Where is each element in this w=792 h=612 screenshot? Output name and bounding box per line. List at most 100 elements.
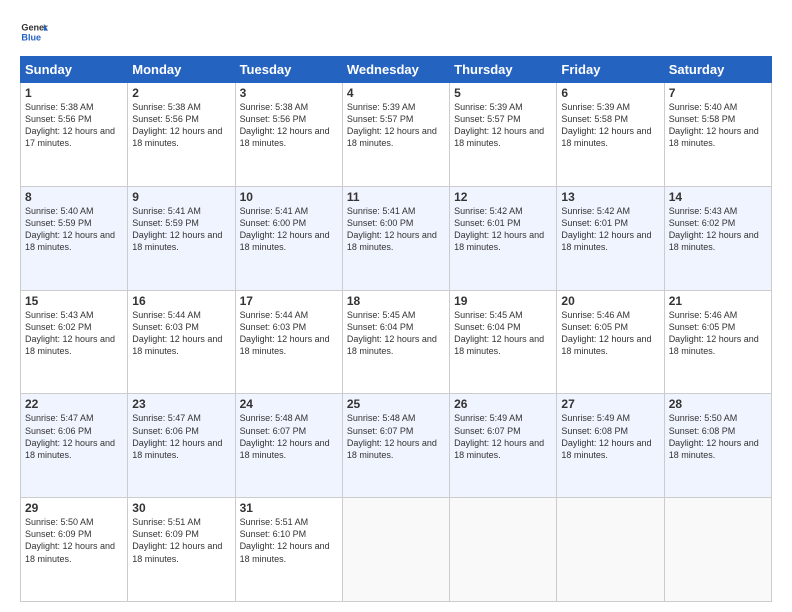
day-number: 14 <box>669 190 767 204</box>
calendar-cell: 24 Sunrise: 5:48 AMSunset: 6:07 PMDayligh… <box>235 394 342 498</box>
day-info: Sunrise: 5:38 AMSunset: 5:56 PMDaylight:… <box>132 102 222 148</box>
day-info: Sunrise: 5:39 AMSunset: 5:57 PMDaylight:… <box>454 102 544 148</box>
calendar-cell: 19 Sunrise: 5:45 AMSunset: 6:04 PMDayligh… <box>450 290 557 394</box>
day-number: 30 <box>132 501 230 515</box>
day-number: 29 <box>25 501 123 515</box>
calendar-cell: 5 Sunrise: 5:39 AMSunset: 5:57 PMDaylight… <box>450 83 557 187</box>
col-header-sunday: Sunday <box>21 57 128 83</box>
day-number: 21 <box>669 294 767 308</box>
day-number: 11 <box>347 190 445 204</box>
day-info: Sunrise: 5:42 AMSunset: 6:01 PMDaylight:… <box>454 206 544 252</box>
calendar-cell: 28 Sunrise: 5:50 AMSunset: 6:08 PMDayligh… <box>664 394 771 498</box>
calendar-header-row: SundayMondayTuesdayWednesdayThursdayFrid… <box>21 57 772 83</box>
calendar-cell: 26 Sunrise: 5:49 AMSunset: 6:07 PMDayligh… <box>450 394 557 498</box>
day-info: Sunrise: 5:43 AMSunset: 6:02 PMDaylight:… <box>669 206 759 252</box>
calendar-cell <box>664 498 771 602</box>
calendar-cell: 8 Sunrise: 5:40 AMSunset: 5:59 PMDaylight… <box>21 186 128 290</box>
day-info: Sunrise: 5:39 AMSunset: 5:57 PMDaylight:… <box>347 102 437 148</box>
calendar-cell: 7 Sunrise: 5:40 AMSunset: 5:58 PMDaylight… <box>664 83 771 187</box>
day-info: Sunrise: 5:43 AMSunset: 6:02 PMDaylight:… <box>25 310 115 356</box>
logo-icon: General Blue <box>20 18 48 46</box>
col-header-thursday: Thursday <box>450 57 557 83</box>
day-number: 12 <box>454 190 552 204</box>
calendar-cell: 18 Sunrise: 5:45 AMSunset: 6:04 PMDayligh… <box>342 290 449 394</box>
day-number: 3 <box>240 86 338 100</box>
calendar-cell: 14 Sunrise: 5:43 AMSunset: 6:02 PMDayligh… <box>664 186 771 290</box>
day-number: 18 <box>347 294 445 308</box>
day-number: 28 <box>669 397 767 411</box>
logo: General Blue <box>20 18 48 46</box>
day-info: Sunrise: 5:47 AMSunset: 6:06 PMDaylight:… <box>132 413 222 459</box>
day-number: 17 <box>240 294 338 308</box>
day-info: Sunrise: 5:50 AMSunset: 6:09 PMDaylight:… <box>25 517 115 563</box>
calendar-cell: 16Sunrise: 5:44 AMSunset: 6:03 PMDayligh… <box>128 290 235 394</box>
day-number: 23 <box>132 397 230 411</box>
day-info: Sunrise: 5:39 AMSunset: 5:58 PMDaylight:… <box>561 102 651 148</box>
day-info: Sunrise: 5:51 AMSunset: 6:09 PMDaylight:… <box>132 517 222 563</box>
calendar-cell: 4 Sunrise: 5:39 AMSunset: 5:57 PMDaylight… <box>342 83 449 187</box>
day-number: 25 <box>347 397 445 411</box>
day-number: 26 <box>454 397 552 411</box>
calendar-cell: 31 Sunrise: 5:51 AMSunset: 6:10 PMDayligh… <box>235 498 342 602</box>
calendar-cell: 27 Sunrise: 5:49 AMSunset: 6:08 PMDayligh… <box>557 394 664 498</box>
calendar-row-2: 15 Sunrise: 5:43 AMSunset: 6:02 PMDayligh… <box>21 290 772 394</box>
calendar-cell: 23 Sunrise: 5:47 AMSunset: 6:06 PMDayligh… <box>128 394 235 498</box>
day-info: Sunrise: 5:38 AMSunset: 5:56 PMDaylight:… <box>240 102 330 148</box>
calendar-row-1: 8 Sunrise: 5:40 AMSunset: 5:59 PMDaylight… <box>21 186 772 290</box>
calendar-cell: 9 Sunrise: 5:41 AMSunset: 5:59 PMDaylight… <box>128 186 235 290</box>
col-header-tuesday: Tuesday <box>235 57 342 83</box>
calendar-cell <box>342 498 449 602</box>
day-info: Sunrise: 5:49 AMSunset: 6:08 PMDaylight:… <box>561 413 651 459</box>
day-info: Sunrise: 5:47 AMSunset: 6:06 PMDaylight:… <box>25 413 115 459</box>
day-info: Sunrise: 5:51 AMSunset: 6:10 PMDaylight:… <box>240 517 330 563</box>
day-info: Sunrise: 5:49 AMSunset: 6:07 PMDaylight:… <box>454 413 544 459</box>
day-number: 24 <box>240 397 338 411</box>
calendar-cell: 29 Sunrise: 5:50 AMSunset: 6:09 PMDayligh… <box>21 498 128 602</box>
calendar-cell: 25Sunrise: 5:48 AMSunset: 6:07 PMDayligh… <box>342 394 449 498</box>
svg-text:Blue: Blue <box>21 32 41 42</box>
day-info: Sunrise: 5:40 AMSunset: 5:58 PMDaylight:… <box>669 102 759 148</box>
calendar-cell: 3 Sunrise: 5:38 AMSunset: 5:56 PMDaylight… <box>235 83 342 187</box>
day-number: 5 <box>454 86 552 100</box>
day-info: Sunrise: 5:45 AMSunset: 6:04 PMDaylight:… <box>347 310 437 356</box>
day-info: Sunrise: 5:46 AMSunset: 6:05 PMDaylight:… <box>561 310 651 356</box>
day-number: 15 <box>25 294 123 308</box>
calendar-cell: 13 Sunrise: 5:42 AMSunset: 6:01 PMDayligh… <box>557 186 664 290</box>
day-number: 10 <box>240 190 338 204</box>
calendar-row-0: 1 Sunrise: 5:38 AMSunset: 5:56 PMDaylight… <box>21 83 772 187</box>
day-number: 19 <box>454 294 552 308</box>
day-number: 1 <box>25 86 123 100</box>
day-number: 13 <box>561 190 659 204</box>
day-number: 27 <box>561 397 659 411</box>
day-info: Sunrise: 5:50 AMSunset: 6:08 PMDaylight:… <box>669 413 759 459</box>
calendar-cell <box>557 498 664 602</box>
day-info: Sunrise: 5:42 AMSunset: 6:01 PMDaylight:… <box>561 206 651 252</box>
day-info: Sunrise: 5:48 AMSunset: 6:07 PMDaylight:… <box>240 413 330 459</box>
calendar-cell: 10 Sunrise: 5:41 AMSunset: 6:00 PMDayligh… <box>235 186 342 290</box>
calendar-cell: 21 Sunrise: 5:46 AMSunset: 6:05 PMDayligh… <box>664 290 771 394</box>
col-header-friday: Friday <box>557 57 664 83</box>
day-number: 2 <box>132 86 230 100</box>
calendar-cell: 17 Sunrise: 5:44 AMSunset: 6:03 PMDayligh… <box>235 290 342 394</box>
day-info: Sunrise: 5:45 AMSunset: 6:04 PMDaylight:… <box>454 310 544 356</box>
day-number: 4 <box>347 86 445 100</box>
day-number: 9 <box>132 190 230 204</box>
calendar-row-4: 29 Sunrise: 5:50 AMSunset: 6:09 PMDayligh… <box>21 498 772 602</box>
day-number: 8 <box>25 190 123 204</box>
calendar-cell: 30 Sunrise: 5:51 AMSunset: 6:09 PMDayligh… <box>128 498 235 602</box>
day-number: 22 <box>25 397 123 411</box>
day-info: Sunrise: 5:40 AMSunset: 5:59 PMDaylight:… <box>25 206 115 252</box>
day-info: Sunrise: 5:41 AMSunset: 5:59 PMDaylight:… <box>132 206 222 252</box>
day-number: 31 <box>240 501 338 515</box>
calendar-cell: 15 Sunrise: 5:43 AMSunset: 6:02 PMDayligh… <box>21 290 128 394</box>
calendar-cell <box>450 498 557 602</box>
day-info: Sunrise: 5:46 AMSunset: 6:05 PMDaylight:… <box>669 310 759 356</box>
col-header-wednesday: Wednesday <box>342 57 449 83</box>
calendar-row-3: 22 Sunrise: 5:47 AMSunset: 6:06 PMDayligh… <box>21 394 772 498</box>
day-number: 7 <box>669 86 767 100</box>
calendar-cell: 22 Sunrise: 5:47 AMSunset: 6:06 PMDayligh… <box>21 394 128 498</box>
calendar-cell: 2 Sunrise: 5:38 AMSunset: 5:56 PMDaylight… <box>128 83 235 187</box>
day-info: Sunrise: 5:44 AMSunset: 6:03 PMDaylight:… <box>240 310 330 356</box>
col-header-monday: Monday <box>128 57 235 83</box>
day-info: Sunrise: 5:41 AMSunset: 6:00 PMDaylight:… <box>240 206 330 252</box>
